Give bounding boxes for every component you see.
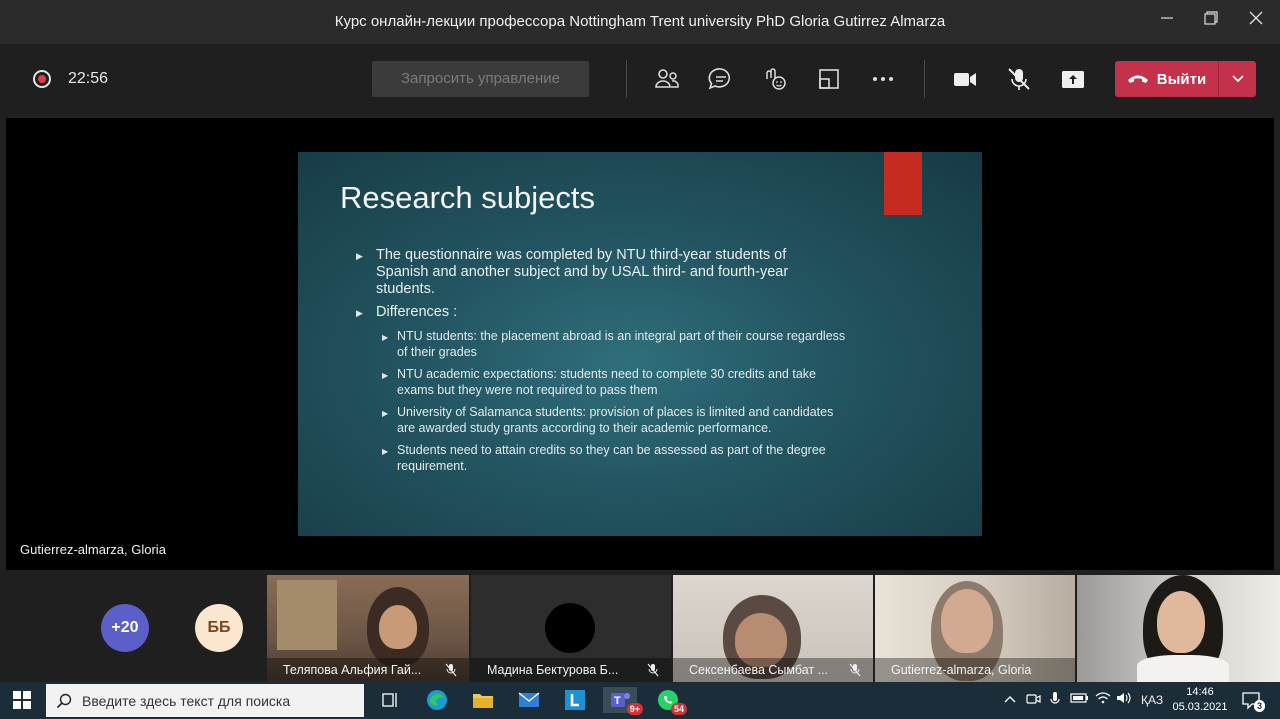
participant-face [941, 589, 993, 653]
maximize-icon[interactable] [1199, 10, 1223, 34]
microphone-icon[interactable] [1049, 691, 1061, 710]
notifications-icon[interactable]: 3 [1241, 690, 1265, 712]
taskbar-search[interactable]: Введите здесь текст для поиска [46, 684, 364, 717]
mail-icon[interactable] [516, 687, 542, 713]
leave-main-button[interactable]: Выйти [1115, 61, 1218, 97]
avatar [545, 603, 595, 653]
mic-muted-icon [647, 663, 659, 677]
file-explorer-icon[interactable] [470, 687, 496, 713]
meeting-timer: 22:56 [68, 70, 109, 87]
chat-icon[interactable] [706, 64, 736, 94]
share-icon[interactable] [1058, 64, 1088, 94]
avatar[interactable]: ББ [195, 604, 243, 652]
system-clock[interactable]: 14:46 05.03.2021 [1170, 685, 1230, 715]
language-indicator[interactable]: ҚАЗ [1141, 693, 1163, 707]
slide-bullets: The questionnaire was completed by NTU t… [356, 247, 826, 327]
search-placeholder: Введите здесь текст для поиска [82, 692, 291, 709]
meet-now-icon[interactable] [1026, 691, 1042, 710]
whatsapp-badge: 54 [670, 703, 687, 715]
mic-muted-icon[interactable] [1004, 64, 1034, 94]
minimize-icon[interactable] [1155, 10, 1179, 34]
volume-icon[interactable] [1116, 691, 1132, 708]
reactions-icon[interactable] [760, 64, 790, 94]
l-app-icon[interactable] [562, 687, 588, 713]
participants-strip: +20 ББ Теляпова Альфия Гай... Мадина Бек… [0, 573, 1280, 682]
windows-start-icon[interactable] [9, 687, 35, 713]
teams-icon[interactable]: T 9+ [603, 687, 643, 715]
divider [924, 60, 925, 98]
more-icon[interactable] [868, 64, 898, 94]
chevron-down-icon[interactable] [1219, 61, 1256, 97]
clock-time: 14:46 [1186, 686, 1214, 698]
sub-bullet: NTU academic expectations: students need… [382, 367, 852, 398]
slide-accent-bookmark [884, 152, 922, 215]
bullet: Differences : [356, 304, 826, 322]
meeting-controls: 22:56 Запросить управление Выйти [0, 44, 1280, 114]
hang-up-icon [1127, 75, 1148, 83]
divider [626, 60, 627, 98]
task-view-icon[interactable] [377, 687, 403, 713]
participant-name: Мадина Бектурова Б... [471, 658, 671, 682]
bullet: The questionnaire was completed by NTU t… [356, 247, 826, 298]
participants-icon[interactable] [652, 64, 682, 94]
presenter-name: Gutierrez-almarza, Gloria [20, 542, 166, 557]
leave-button[interactable]: Выйти [1115, 61, 1256, 97]
close-icon[interactable] [1244, 10, 1268, 34]
svg-text:T: T [614, 695, 621, 707]
presentation-slide: Research subjects The questionnaire was … [298, 152, 982, 536]
participant-face [1157, 591, 1205, 653]
participant-name: Теляпова Альфия Гай... [267, 658, 469, 682]
search-icon [56, 693, 72, 708]
shared-screen: Research subjects The questionnaire was … [6, 118, 1274, 570]
taskbar: Введите здесь текст для поиска T 9+ 54 Қ… [0, 682, 1280, 719]
chevron-up-icon[interactable] [1004, 693, 1016, 707]
whatsapp-icon[interactable]: 54 [655, 687, 687, 715]
title-bar: Курс онлайн-лекции профессора Nottingham… [0, 0, 1280, 44]
notification-count: 3 [1253, 700, 1265, 712]
participant-tile[interactable]: Сексенбаева Сымбат ... [673, 575, 873, 682]
sub-bullet: University of Salamanca students: provis… [382, 405, 852, 436]
participant-tile[interactable]: Gutierrez-almarza, Gloria [875, 575, 1075, 682]
participant-face [379, 605, 417, 649]
participant-clothing [1137, 655, 1229, 682]
sub-bullet: Students need to attain credits so they … [382, 443, 852, 474]
participant-tile[interactable]: Теляпова Альфия Гай... [267, 575, 469, 682]
edge-icon[interactable] [424, 687, 450, 713]
participant-tile[interactable] [1077, 575, 1280, 682]
participant-name: Сексенбаева Сымбат ... [673, 658, 873, 682]
background-shelf [277, 580, 337, 650]
slide-title: Research subjects [340, 180, 596, 215]
battery-icon[interactable] [1070, 691, 1090, 708]
participant-name: Gutierrez-almarza, Gloria [875, 658, 1075, 682]
mic-muted-icon [445, 663, 457, 677]
teams-badge: 9+ [626, 703, 643, 715]
rooms-icon[interactable] [814, 64, 844, 94]
leave-label: Выйти [1156, 70, 1207, 88]
recording-icon [33, 70, 51, 88]
participant-tile[interactable]: Мадина Бектурова Б... [471, 575, 671, 682]
more-participants-button[interactable]: +20 [101, 604, 149, 652]
sub-bullet: NTU students: the placement abroad is an… [382, 329, 852, 360]
mic-muted-icon [849, 663, 861, 677]
clock-date: 05.03.2021 [1172, 701, 1228, 713]
wifi-icon[interactable] [1095, 691, 1111, 708]
request-control-button[interactable]: Запросить управление [372, 61, 589, 97]
camera-icon[interactable] [950, 64, 980, 94]
window-title: Курс онлайн-лекции профессора Nottingham… [334, 13, 946, 30]
slide-sub-bullets: NTU students: the placement abroad is an… [382, 329, 852, 481]
